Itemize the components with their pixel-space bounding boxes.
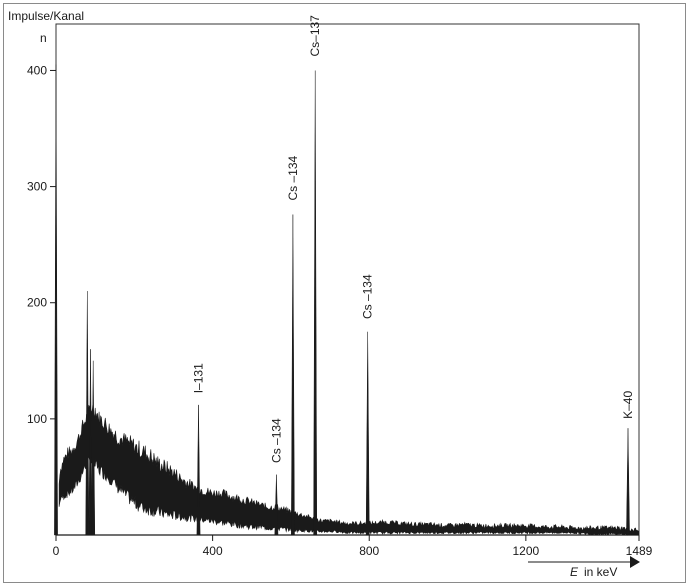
y-tick-label: 400 <box>27 63 47 77</box>
x-tick-label: 1200 <box>512 544 539 558</box>
peak-label: I–131 <box>192 363 206 393</box>
y-axis: 100 200 300 400 <box>27 63 56 426</box>
y-tick-label: 100 <box>27 412 47 426</box>
x-axis: 0 400 800 1200 1489 <box>53 535 653 558</box>
x-tick-label: 1489 <box>626 544 653 558</box>
y-tick-label: 300 <box>27 180 47 194</box>
x-axis-unit: in keV <box>584 565 617 579</box>
x-axis-symbol: E <box>570 565 579 579</box>
peak-label: Cs –134 <box>269 418 283 463</box>
y-tick-label: 200 <box>27 296 47 310</box>
x-tick-label: 0 <box>53 544 60 558</box>
y-axis-symbol: n <box>40 31 47 45</box>
peak-label: Cs–137 <box>308 15 322 57</box>
peak-label: Cs –134 <box>361 274 375 319</box>
gamma-spectrum-chart: 100 200 300 400 0 400 800 1200 1489 I–131 Cs –13… <box>8 9 653 579</box>
peak-label: K–40 <box>621 391 635 419</box>
x-tick-label: 400 <box>203 544 223 558</box>
x-tick-label: 800 <box>359 544 379 558</box>
y-axis-label: Impulse/Kanal <box>8 9 84 23</box>
peak-label: Cs –134 <box>286 155 300 200</box>
